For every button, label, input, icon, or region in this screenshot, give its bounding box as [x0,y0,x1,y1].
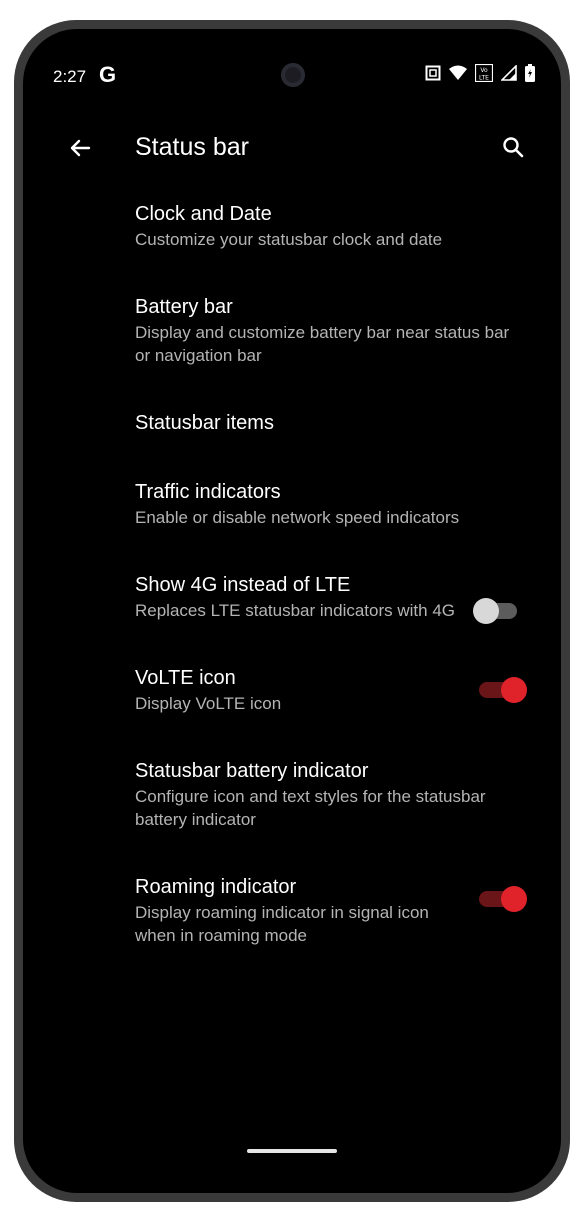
setting-title: Statusbar items [135,412,274,434]
volte-icon: Vo LTE [475,64,493,82]
roaming-toggle[interactable] [479,886,527,912]
app-bar: Status bar [23,119,561,179]
setting-subtitle: Display VoLTE icon [135,694,282,713]
setting-title: VoLTE icon [135,667,236,689]
settings-list: Clock and Date Customize your statusbar … [23,187,561,947]
setting-statusbar-items[interactable]: Statusbar items [23,410,561,436]
status-time: 2:27 [53,67,87,86]
svg-text:Vo: Vo [480,67,488,74]
show-4g-toggle[interactable] [473,598,517,624]
phone-frame: 2:27 G Vo LTE Status bar Clock and Date … [14,20,570,1202]
setting-title: Statusbar battery indicator [135,760,369,782]
setting-subtitle: Replaces LTE statusbar indicators with 4… [135,601,455,620]
setting-subtitle: Display roaming indicator in signal icon… [135,903,429,945]
toggle-thumb [501,677,527,703]
arrow-back-icon [70,139,91,157]
battery-icon [525,64,535,82]
wifi-icon [449,65,467,81]
signal-icon [501,65,517,81]
setting-volte-icon[interactable]: VoLTE icon Display VoLTE icon [23,665,561,715]
back-button[interactable] [63,131,97,165]
setting-title: Clock and Date [135,203,272,225]
svg-text:LTE: LTE [479,75,489,82]
gesture-nav-handle[interactable] [247,1149,337,1153]
setting-traffic-indicators[interactable]: Traffic indicators Enable or disable net… [23,479,561,529]
google-icon: G [99,62,117,87]
toggle-thumb [501,886,527,912]
setting-subtitle: Customize your statusbar clock and date [135,230,443,249]
search-button[interactable] [495,129,531,165]
status-bar: 2:27 G Vo LTE [23,29,561,119]
setting-clock-and-date[interactable]: Clock and Date Customize your statusbar … [23,201,561,251]
setting-title: Battery bar [135,296,233,318]
setting-title: Show 4G instead of LTE [135,574,351,596]
nfc-icon [425,65,441,81]
setting-title: Traffic indicators [135,481,281,503]
setting-roaming-indicator[interactable]: Roaming indicator Display roaming indica… [23,874,561,947]
setting-battery-bar[interactable]: Battery bar Display and customize batter… [23,294,561,367]
setting-subtitle: Enable or disable network speed indicato… [135,508,460,527]
setting-statusbar-battery-indicator[interactable]: Statusbar battery indicator Configure ic… [23,758,561,831]
toggle-thumb [473,598,499,624]
setting-show-4g[interactable]: Show 4G instead of LTE Replaces LTE stat… [23,572,561,624]
status-icons: Vo LTE [425,64,535,82]
setting-title: Roaming indicator [135,876,297,898]
search-icon [503,137,524,158]
page-title: Status bar [135,133,249,161]
setting-subtitle: Configure icon and text styles for the s… [135,787,486,829]
screen: 2:27 G Vo LTE Status bar Clock and Date … [23,29,561,1193]
front-camera [281,63,305,87]
setting-subtitle: Display and customize battery bar near s… [135,323,510,365]
volte-toggle[interactable] [479,677,527,703]
